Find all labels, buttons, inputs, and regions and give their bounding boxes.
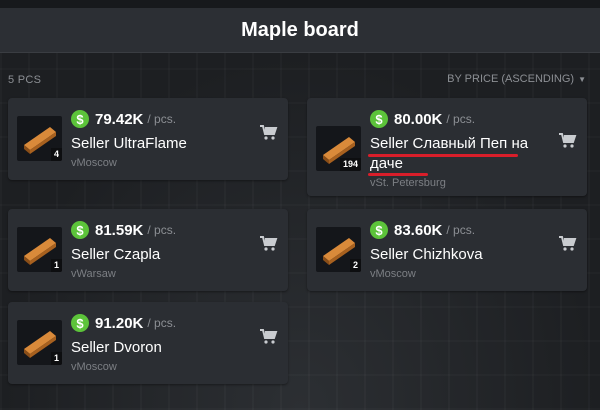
cart-icon[interactable] — [559, 236, 577, 252]
price-amount: 83.60K — [394, 221, 443, 239]
price-unit: / pcs. — [147, 112, 177, 126]
cart-icon[interactable] — [559, 133, 577, 149]
seller-city: vMoscow — [370, 268, 416, 280]
price-amount: 81.59K — [95, 221, 144, 239]
dollar-icon: $ — [71, 110, 89, 128]
quantity-badge: 4 — [50, 148, 62, 161]
listing-card[interactable]: 2 $ 83.60K / pcs. Seller Chizhkova vMosc… — [307, 209, 587, 291]
price: $ 81.59K / pcs. — [71, 221, 176, 239]
quantity-badge: 1 — [50, 259, 62, 272]
item-count: 5 PCS — [8, 74, 42, 86]
price: $ 91.20K / pcs. — [71, 314, 176, 332]
listing-card[interactable]: 1 $ 81.59K / pcs. Seller Czapla vWarsaw — [8, 209, 288, 291]
dollar-icon: $ — [71, 314, 89, 332]
cart-icon[interactable] — [260, 329, 278, 345]
dollar-icon: $ — [370, 221, 388, 239]
maple-board-icon: 1 — [17, 227, 62, 272]
cart-icon[interactable] — [260, 236, 278, 252]
maple-board-icon: 1 — [17, 320, 62, 365]
top-strip — [0, 0, 600, 8]
caret-down-icon: ▼ — [578, 75, 586, 84]
price: $ 83.60K / pcs. — [370, 221, 475, 239]
seller-name: Seller UltraFlame — [71, 135, 187, 152]
listing-card[interactable]: 194 $ 80.00K / pcs. Seller Славный Пеп н… — [307, 98, 587, 196]
maple-board-icon: 4 — [17, 116, 62, 161]
quantity-badge: 194 — [339, 158, 361, 171]
price-amount: 80.00K — [394, 110, 443, 128]
price-amount: 79.42K — [95, 110, 144, 128]
seller-city: vMoscow — [71, 361, 117, 373]
price: $ 79.42K / pcs. — [71, 110, 176, 128]
sort-dropdown[interactable]: BY PRICE (ASCENDING) ▼ — [447, 73, 586, 85]
maple-board-icon: 2 — [316, 227, 361, 272]
price-unit: / pcs. — [446, 223, 476, 237]
sort-label: BY PRICE (ASCENDING) — [447, 73, 575, 85]
annotation-underline — [368, 173, 428, 176]
cart-icon[interactable] — [260, 125, 278, 141]
quantity-badge: 1 — [50, 352, 62, 365]
listing-card[interactable]: 1 $ 91.20K / pcs. Seller Dvoron vMoscow — [8, 302, 288, 384]
dollar-icon: $ — [370, 110, 388, 128]
dollar-icon: $ — [71, 221, 89, 239]
price-unit: / pcs. — [446, 112, 476, 126]
price-unit: / pcs. — [147, 316, 177, 330]
maple-board-icon: 194 — [316, 126, 361, 171]
header-bar: Maple board — [0, 8, 600, 53]
price-unit: / pcs. — [147, 223, 177, 237]
seller-name: Seller Dvoron — [71, 339, 162, 356]
seller-name: Seller Czapla — [71, 246, 161, 263]
price-amount: 91.20K — [95, 314, 144, 332]
annotation-underline — [368, 154, 518, 157]
seller-city: vWarsaw — [71, 268, 116, 280]
price: $ 80.00K / pcs. — [370, 110, 475, 128]
seller-name: Seller Chizhkova — [370, 246, 483, 263]
listing-card[interactable]: 4 $ 79.42K / pcs. Seller UltraFlame vMos… — [8, 98, 288, 180]
quantity-badge: 2 — [349, 259, 361, 272]
page-title: Maple board — [241, 18, 359, 41]
seller-city: vMoscow — [71, 157, 117, 169]
seller-city: vSt. Petersburg — [370, 177, 446, 189]
